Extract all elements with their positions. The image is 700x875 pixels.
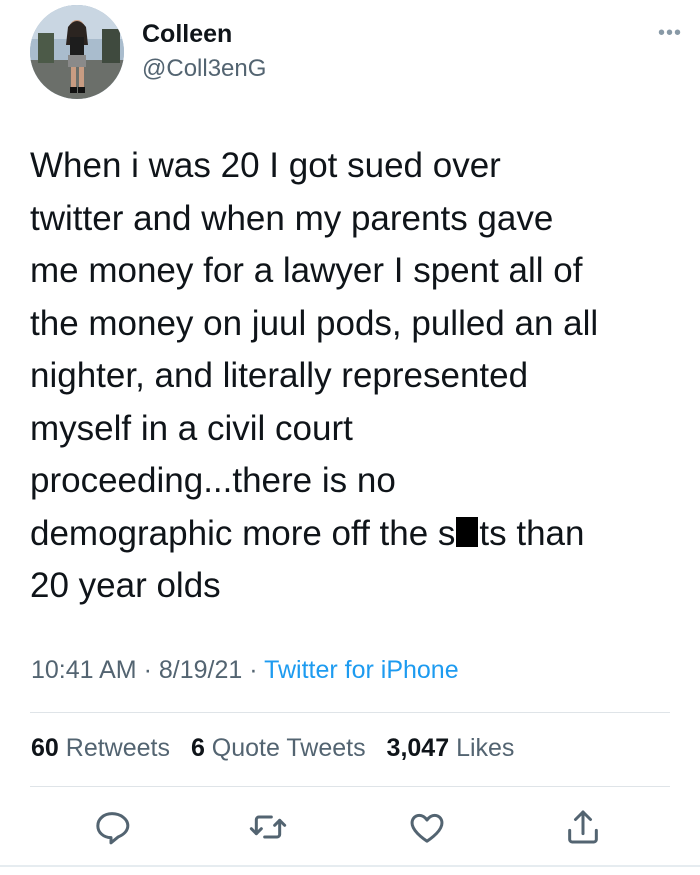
like-icon[interactable] [407, 807, 447, 847]
retweets-label: Retweets [65, 734, 170, 762]
tweet-line-part: ts than [479, 513, 585, 553]
tweet-line: demographic more off the s ts than [30, 508, 680, 561]
tweet-source-link[interactable]: Twitter for iPhone [264, 656, 459, 684]
tweet-line: the money on juul pods, pulled an all [30, 303, 599, 343]
share-icon[interactable] [563, 807, 603, 847]
retweet-icon[interactable] [248, 807, 288, 847]
tweet-line: 20 year olds [30, 566, 221, 605]
retweets-stat[interactable]: 60 Retweets [31, 734, 170, 762]
display-name[interactable]: Colleen [142, 20, 232, 49]
retweets-count: 60 [31, 734, 59, 762]
divider [30, 786, 670, 787]
tweet-text: When i was 20 I got sued over twitter an… [30, 140, 680, 613]
quote-tweets-stat[interactable]: 6 Quote Tweets [191, 734, 366, 762]
avatar[interactable] [30, 5, 124, 99]
reply-icon[interactable] [92, 807, 132, 847]
tweet-date[interactable]: 8/19/21 [159, 656, 242, 684]
quote-tweets-count: 6 [190, 734, 205, 762]
more-icon[interactable]: ••• [658, 22, 682, 45]
tweet-line: nighter, and literally represented [30, 356, 529, 395]
likes-label: Likes [456, 734, 515, 762]
user-handle[interactable]: @Coll3enG [142, 55, 266, 83]
quote-tweets-label: Quote Tweets [211, 734, 366, 762]
tweet-line: When i was 20 I got sued over [30, 146, 501, 185]
likes-stat[interactable]: 3,047 Likes [387, 734, 515, 762]
redaction-block [456, 516, 479, 547]
tweet-line: proceeding...there is no [30, 461, 396, 500]
tweet-stats: 60 Retweets 6 Quote Tweets 3,047 Likes [31, 734, 528, 763]
tweet-line: twitter and when my parents gave [30, 198, 554, 238]
tweet-meta: 10:41 AM · 8/19/21 · Twitter for iPhone [31, 656, 459, 685]
meta-separator: · [249, 656, 258, 684]
divider [30, 712, 670, 713]
likes-count: 3,047 [386, 734, 450, 762]
tweet-time[interactable]: 10:41 AM [31, 656, 137, 684]
tweet-line: myself in a civil court [30, 408, 353, 448]
meta-separator: · [143, 656, 152, 684]
bottom-divider [0, 865, 700, 867]
tweet-line: me money for a lawyer I spent all of [30, 251, 583, 290]
tweet-line-part: demographic more off the s [30, 513, 456, 553]
action-bar [0, 807, 700, 851]
